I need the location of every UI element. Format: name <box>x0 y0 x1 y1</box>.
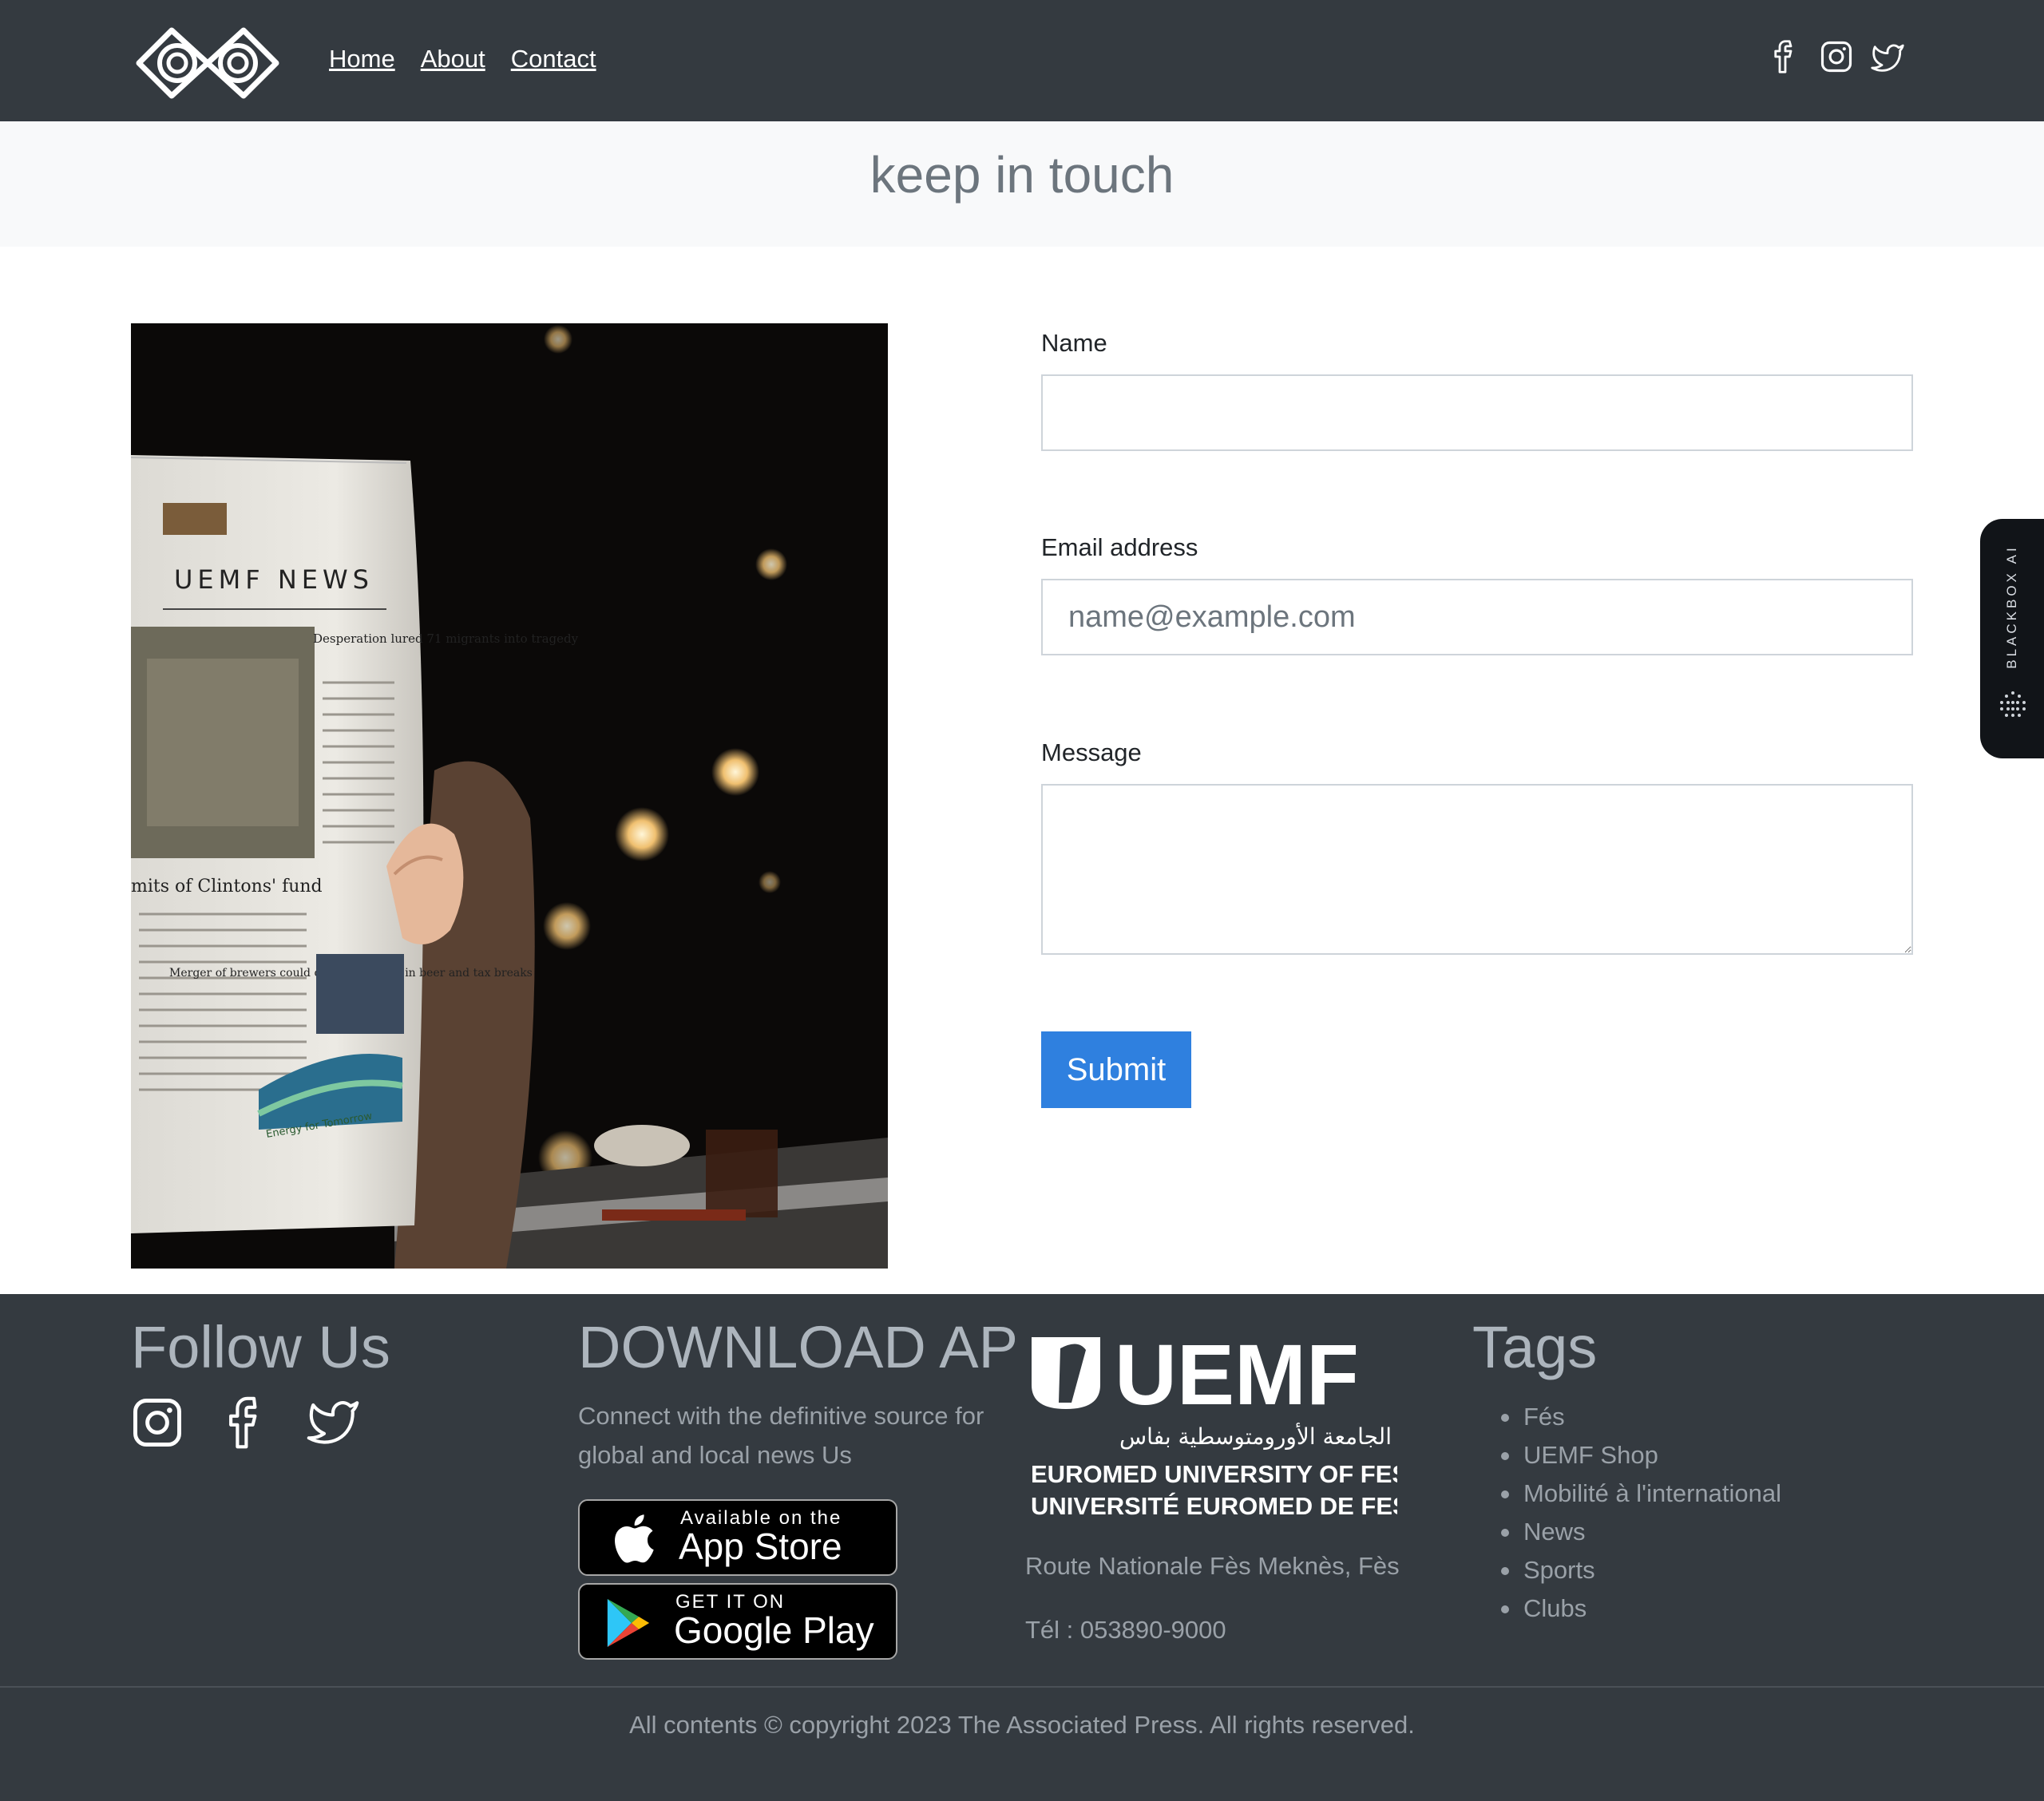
newspaper-headline-2: mits of Clintons' fund <box>131 877 323 897</box>
follow-us-heading: Follow Us <box>131 1314 390 1380</box>
email-field[interactable] <box>1041 579 1913 655</box>
newspaper-photo-illustration: UEMF NEWS Desperation lured 71 migrants … <box>131 323 888 1269</box>
tag-item[interactable]: UEMF Shop <box>1501 1436 1781 1474</box>
newspaper-photo: UEMF NEWS Desperation lured 71 migrants … <box>131 323 888 1269</box>
tag-item[interactable]: News <box>1501 1513 1781 1551</box>
tag-item[interactable]: Sports <box>1501 1551 1781 1589</box>
instagram-icon[interactable] <box>131 1396 184 1449</box>
tag-item[interactable]: Mobilité à l'international <box>1501 1474 1781 1513</box>
header-social-links <box>1769 38 1904 75</box>
main-nav: Home About Contact <box>329 45 596 73</box>
google-play-big-text: Google Play <box>674 1609 874 1651</box>
footer-social-links <box>131 1396 359 1449</box>
message-field[interactable] <box>1041 784 1913 955</box>
uemf-name-en: EUROMED UNIVERSITY OF FES <box>1031 1460 1397 1488</box>
dots-icon <box>2000 691 2026 717</box>
name-field[interactable] <box>1041 374 1913 451</box>
university-phone: Tél : 053890-9000 <box>1025 1616 1226 1644</box>
university-address: Route Nationale Fès Meknès, Fès <box>1025 1552 1400 1580</box>
nav-contact-link[interactable]: Contact <box>511 45 596 73</box>
nav-about-link[interactable]: About <box>421 45 485 73</box>
download-app-text: Connect with the definitive source for g… <box>578 1402 984 1469</box>
app-store-big-text: App Store <box>679 1526 842 1567</box>
download-app-heading: DOWNLOAD AP <box>578 1314 1018 1380</box>
title-band: keep in touch <box>0 121 2044 247</box>
footer: Follow Us DOWNLOAD AP Connect with the d… <box>0 1294 2044 1801</box>
uemf-arabic-name: الجامعة الأورومتوسطية بفاس <box>1119 1422 1392 1450</box>
site-logo[interactable] <box>136 27 279 99</box>
google-play-button[interactable]: GET IT ON Google Play <box>578 1583 897 1660</box>
newspaper-masthead: UEMF NEWS <box>174 564 374 595</box>
blackbox-ai-widget[interactable]: BLACKBOX AI <box>1980 519 2044 758</box>
twitter-icon[interactable] <box>1871 38 1904 75</box>
google-play-icon <box>607 1598 650 1648</box>
email-label: Email address <box>1041 533 1198 561</box>
nav-home-link[interactable]: Home <box>329 45 395 73</box>
app-store-button[interactable]: Available on the App Store <box>578 1499 897 1576</box>
uemf-logo[interactable]: UEMF الجامعة الأورومتوسطية بفاس EUROMED … <box>1030 1336 1397 1535</box>
apple-icon <box>615 1514 654 1563</box>
blackbox-ai-label: BLACKBOX AI <box>2004 544 2019 669</box>
facebook-icon[interactable] <box>219 1396 271 1449</box>
instagram-icon[interactable] <box>1820 38 1853 75</box>
newspaper-headline-1: Desperation lured 71 migrants into trage… <box>313 631 579 646</box>
copyright-text: All contents © copyright 2023 The Associ… <box>629 1711 1415 1739</box>
name-label: Name <box>1041 329 1107 357</box>
navbar: Home About Contact <box>0 0 2044 121</box>
tags-list: Fés UEMF Shop Mobilité à l'international… <box>1501 1398 1781 1628</box>
facebook-icon[interactable] <box>1769 38 1802 75</box>
footer-divider <box>0 1686 2044 1688</box>
twitter-icon[interactable] <box>307 1396 359 1449</box>
page-title: keep in touch <box>869 146 1175 204</box>
tag-item[interactable]: Fés <box>1501 1398 1781 1436</box>
message-label: Message <box>1041 738 1142 766</box>
tag-item[interactable]: Clubs <box>1501 1589 1781 1628</box>
uemf-logo-text: UEMF <box>1115 1336 1359 1423</box>
uemf-name-fr: UNIVERSITÉ EUROMED DE FES <box>1031 1492 1397 1520</box>
tags-heading: Tags <box>1472 1314 1598 1380</box>
submit-button[interactable]: Submit <box>1041 1031 1191 1108</box>
